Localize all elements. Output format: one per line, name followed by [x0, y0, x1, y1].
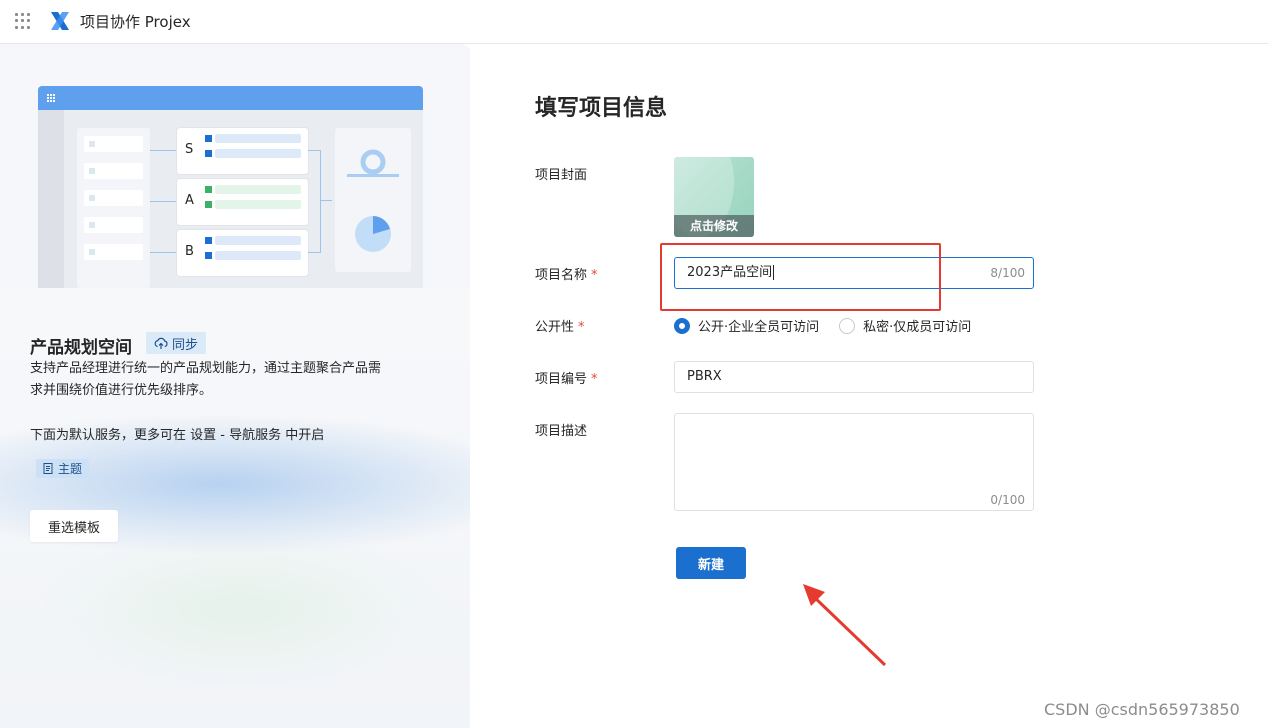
grid-apps-icon[interactable]: [15, 13, 31, 29]
cover-label: 项目封面: [535, 168, 588, 183]
default-services-note: 下面为默认服务，更多可在 设置 - 导航服务 中开启: [30, 428, 325, 443]
document-icon: [43, 463, 53, 474]
illustration-card-b: B: [177, 230, 308, 276]
illustration-list: [77, 128, 150, 288]
template-illustration: S A B: [38, 86, 423, 288]
radio-public-label: 公开·企业全员可访问: [698, 320, 820, 335]
illustration-result: [335, 128, 411, 272]
visibility-radio-group: 公开·企业全员可访问 私密·仅成员可访问: [674, 316, 991, 335]
card-letter: S: [185, 142, 194, 157]
app-title: 项目协作 Projex: [80, 13, 191, 31]
project-code-value: PBRX: [687, 369, 722, 384]
card-letter: B: [185, 244, 194, 259]
template-preview-panel: S A B 产品规划空间 同步 支持产品经理进行统一的产品规划能力，通过主题聚合…: [0, 44, 470, 728]
illustration-card-a: A: [177, 179, 308, 225]
form-title: 填写项目信息: [535, 96, 668, 121]
reselect-template-button[interactable]: 重选模板: [30, 510, 118, 542]
radio-public[interactable]: 公开·企业全员可访问: [674, 316, 819, 335]
code-label: 项目编号 *: [535, 372, 598, 387]
project-description-textarea[interactable]: 0/100: [674, 413, 1034, 511]
description-label: 项目描述: [535, 424, 588, 439]
project-code-input[interactable]: PBRX: [674, 361, 1034, 393]
illustration-sidebar: [38, 110, 64, 288]
cloud-sync-icon: [154, 337, 168, 349]
annotation-highlight-box: [660, 243, 941, 311]
projex-logo-icon: [51, 12, 69, 30]
name-char-counter: 8/100: [990, 266, 1025, 280]
card-letter: A: [185, 193, 194, 208]
service-tag-topic: 主题: [36, 459, 90, 478]
sync-badge-label: 同步: [172, 337, 199, 353]
template-title: 产品规划空间: [30, 338, 132, 358]
sync-badge: 同步: [146, 332, 207, 354]
description-char-counter: 0/100: [990, 493, 1025, 507]
visibility-label: 公开性 *: [535, 320, 585, 335]
project-cover-image[interactable]: 点击修改: [674, 157, 754, 237]
required-mark: *: [578, 320, 585, 335]
required-mark: *: [591, 268, 598, 283]
illustration-charts-icon: [347, 149, 399, 252]
watermark: CSDN @csdn565973850: [1044, 700, 1240, 719]
name-label: 项目名称 *: [535, 268, 598, 283]
service-tag-label: 主题: [58, 462, 83, 476]
annotation-arrow-icon: [803, 584, 887, 667]
top-bar: 项目协作 Projex: [0, 0, 1268, 44]
required-mark: *: [591, 372, 598, 387]
radio-private[interactable]: 私密·仅成员可访问: [839, 316, 971, 335]
cover-edit-button[interactable]: 点击修改: [674, 215, 754, 237]
radio-unchecked-icon: [839, 317, 856, 334]
radio-checked-icon: [674, 317, 690, 334]
illustration-grid-icon: [47, 94, 55, 102]
create-button[interactable]: 新建: [676, 547, 746, 579]
illustration-card-s: S: [177, 128, 308, 174]
illustration-header-bar: [38, 86, 423, 110]
template-description: 支持产品经理进行统一的产品规划能力，通过主题聚合产品需求并围绕价值进行优先级排序…: [30, 361, 382, 398]
radio-private-label: 私密·仅成员可访问: [863, 320, 972, 335]
